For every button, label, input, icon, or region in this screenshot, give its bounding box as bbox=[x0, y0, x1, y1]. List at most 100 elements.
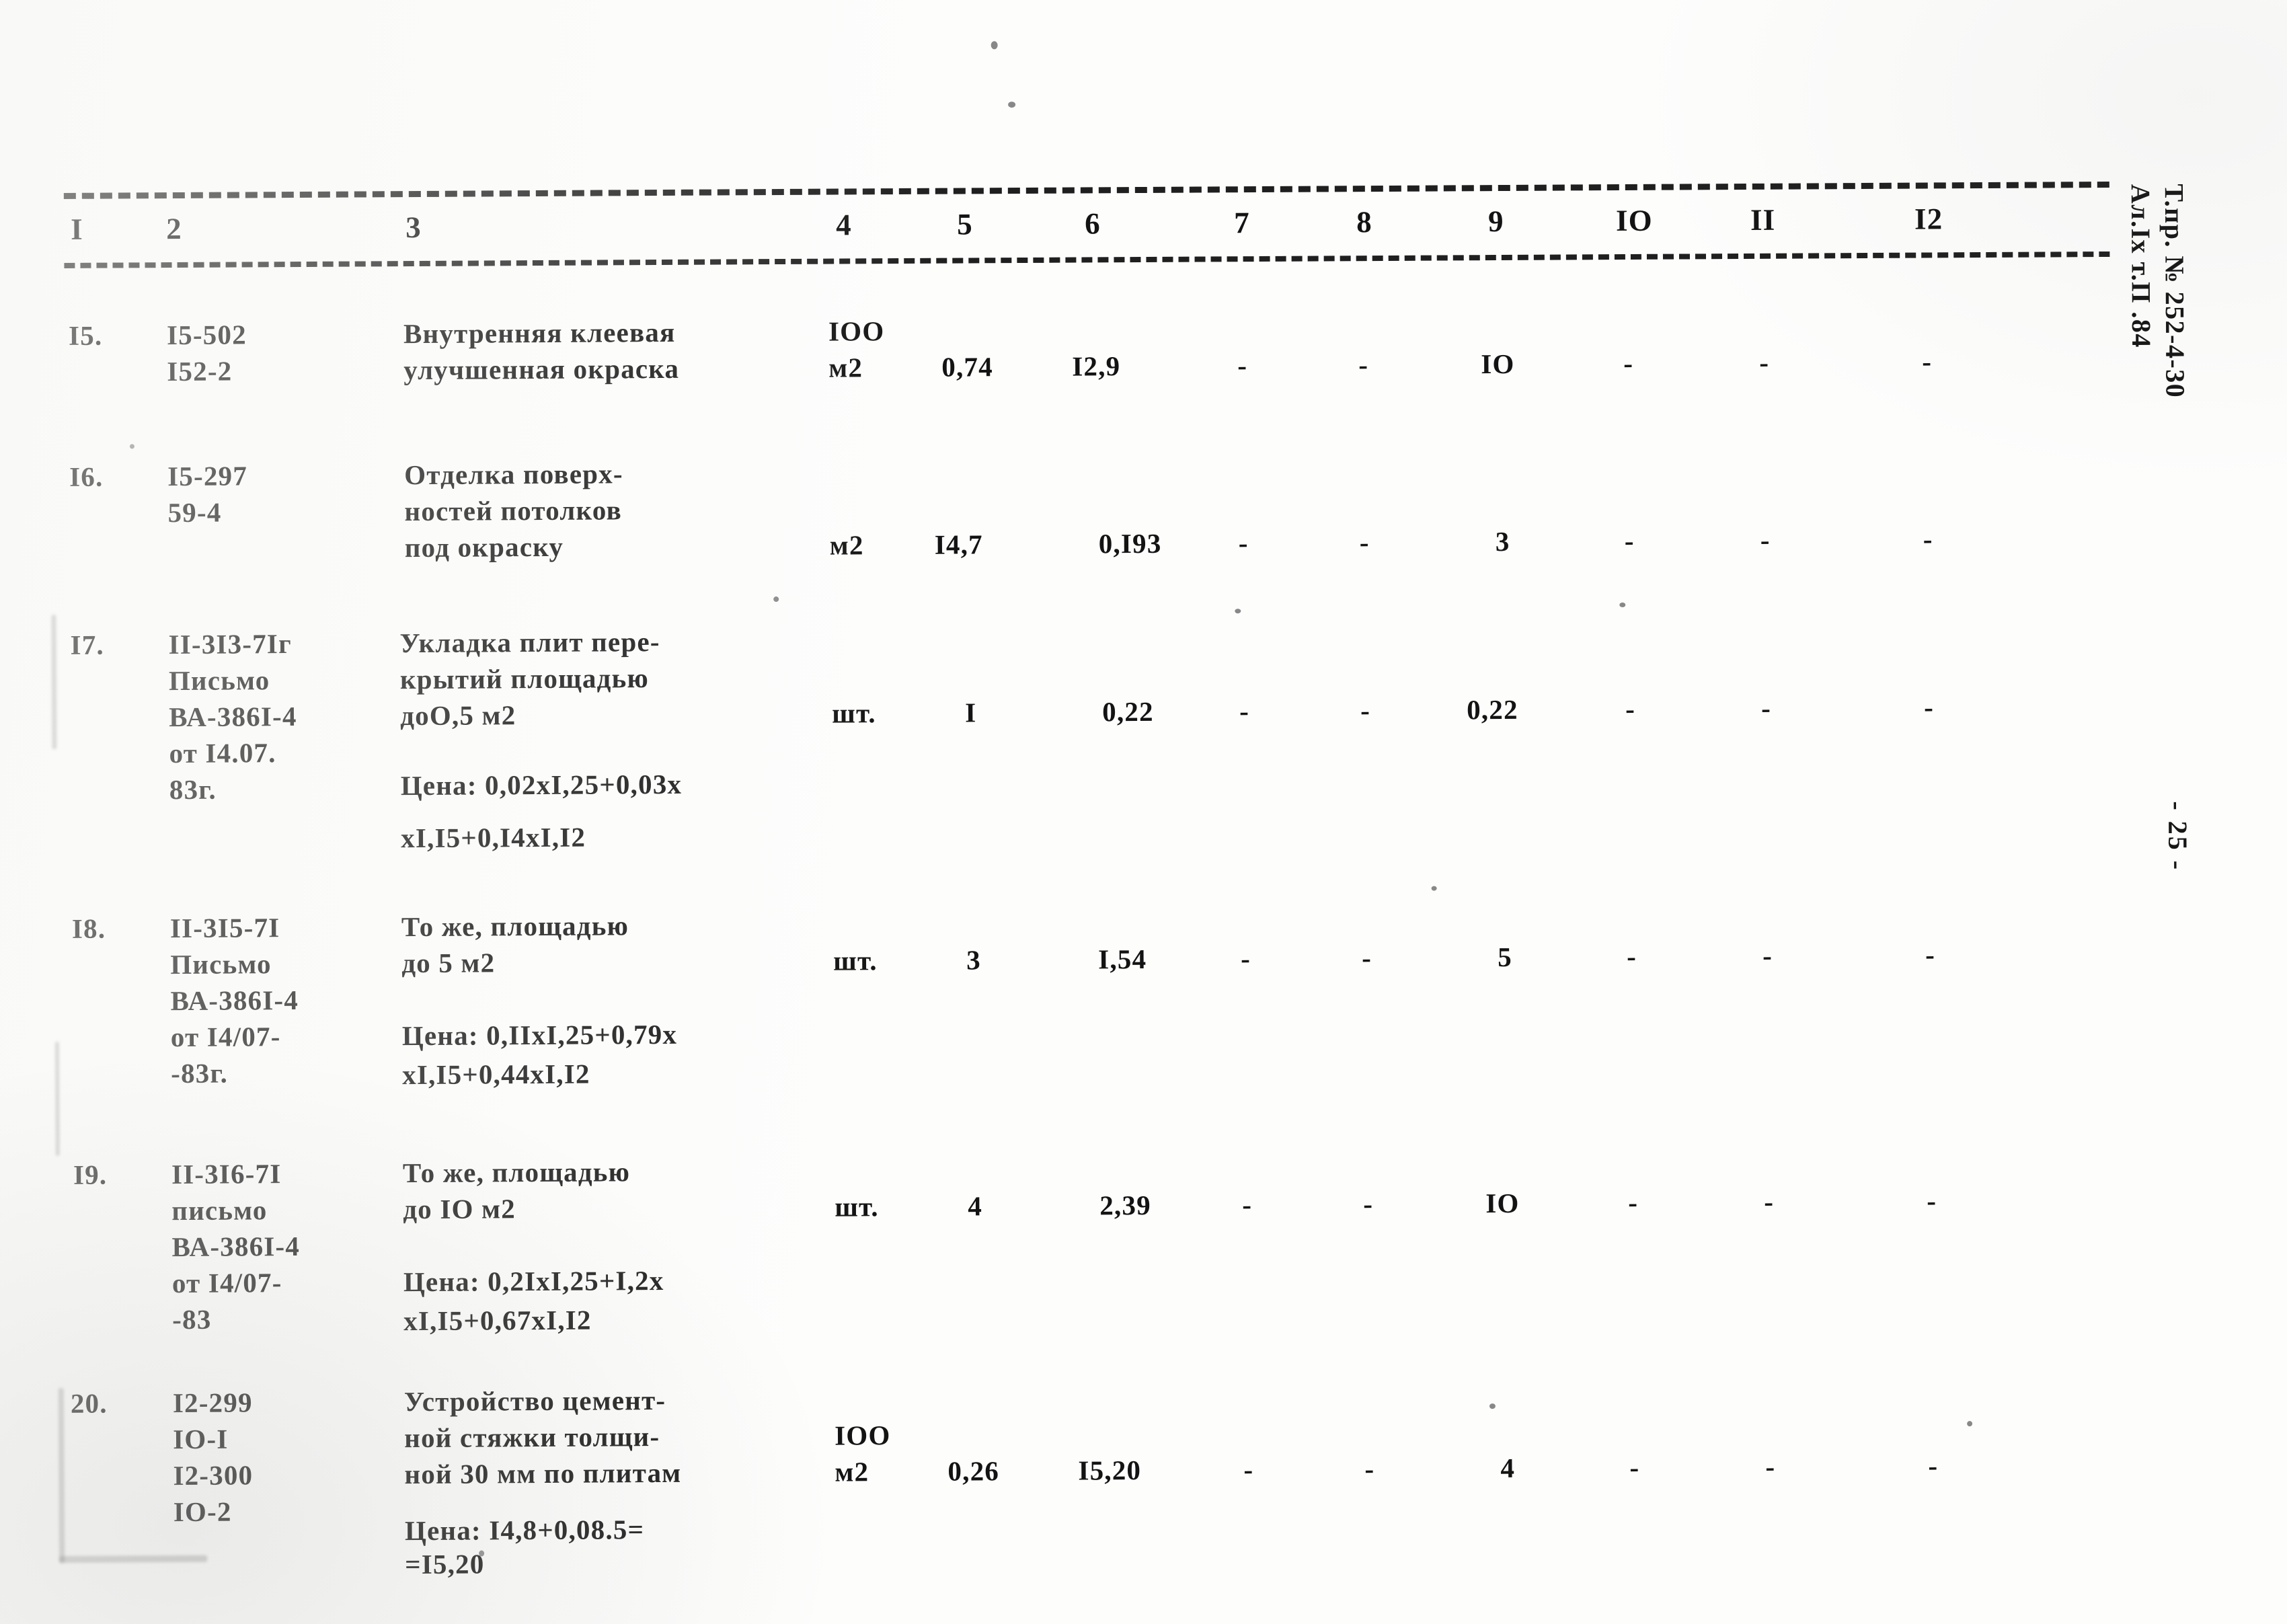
column-header-6: 6 bbox=[1084, 206, 1101, 241]
row-unit-line: IOO bbox=[828, 315, 885, 347]
row-description-line: улучшенная окраска bbox=[403, 352, 680, 386]
binding-smudge-foot bbox=[59, 1555, 208, 1563]
row-value-col8: - bbox=[1362, 942, 1372, 974]
row-value-col10: - bbox=[1628, 1186, 1639, 1218]
row-code-line: ВА-386I-4 bbox=[169, 701, 297, 733]
column-header-10: IO bbox=[1615, 203, 1653, 238]
row-value-col6: I,54 bbox=[1098, 943, 1147, 975]
row-description-line: ностей потолков bbox=[404, 494, 622, 527]
column-header-4: 4 bbox=[835, 208, 852, 242]
column-header-12: I2 bbox=[1914, 202, 1943, 236]
binding-smudge-bottom bbox=[58, 1387, 65, 1563]
row-number: I6. bbox=[69, 461, 104, 492]
row-code-line: IO-2 bbox=[173, 1496, 232, 1528]
row-value-col11: - bbox=[1759, 346, 1770, 378]
row-value-col9: 0,22 bbox=[1467, 693, 1518, 726]
row-price-line: =I5,20 bbox=[405, 1548, 485, 1580]
row-value-col8: - bbox=[1359, 527, 1370, 558]
row-unit-line: шт. bbox=[833, 945, 878, 976]
scan-speck-2 bbox=[773, 596, 779, 603]
column-header-7: 7 bbox=[1233, 206, 1250, 240]
row-value-col7: - bbox=[1238, 527, 1249, 559]
row-value-col12: - bbox=[1923, 523, 1933, 555]
row-value-col6: 0,22 bbox=[1102, 695, 1154, 728]
row-price-line: хI,I5+0,67хI,I2 bbox=[403, 1304, 592, 1337]
row-value-col6: 2,39 bbox=[1099, 1189, 1151, 1221]
row-value-col7: - bbox=[1239, 695, 1250, 727]
row-code-line: I52-2 bbox=[167, 355, 233, 387]
column-header-9: 9 bbox=[1487, 204, 1504, 239]
row-value-col11: - bbox=[1764, 1186, 1775, 1217]
row-description-line: Устройство цемент- bbox=[403, 1384, 666, 1418]
row-value-col12: - bbox=[1922, 346, 1933, 377]
column-header-11: II bbox=[1750, 202, 1776, 237]
row-code-line: I5-502 bbox=[166, 319, 247, 351]
row-value-col7: - bbox=[1242, 1189, 1253, 1221]
row-description-line: до 5 м2 bbox=[401, 947, 496, 979]
row-description-line: крытий площадью bbox=[399, 662, 650, 695]
row-price-line: Цена: 0,02хI,25+0,03х bbox=[400, 768, 683, 802]
row-description-line: доО,5 м2 bbox=[400, 699, 516, 732]
row-code-line: -83г. bbox=[171, 1057, 229, 1089]
row-value-col9: 4 bbox=[1500, 1452, 1516, 1484]
row-code-line: 59-4 bbox=[167, 496, 222, 529]
row-value-col6: I5,20 bbox=[1078, 1455, 1142, 1486]
row-price-line: Цена: 0,IIхI,25+0,79х bbox=[401, 1018, 678, 1052]
column-header-3: 3 bbox=[405, 210, 422, 245]
row-code-line: ВА-386I-4 bbox=[170, 984, 299, 1017]
row-code-line: IO-I bbox=[173, 1423, 229, 1455]
row-description-line: ной 30 мм по плитам bbox=[404, 1457, 682, 1490]
row-unit-line: шт. bbox=[832, 697, 876, 729]
page-number: - 25 - bbox=[2162, 801, 2194, 872]
row-code-line: II-3I3-7Iг bbox=[168, 628, 292, 660]
row-value-col6: 0,I93 bbox=[1098, 527, 1162, 559]
row-value-col9: IO bbox=[1481, 348, 1515, 380]
row-number: 20. bbox=[70, 1387, 108, 1419]
row-value-col8: - bbox=[1358, 349, 1369, 381]
row-value-col11: - bbox=[1765, 1451, 1776, 1482]
row-value-col7: - bbox=[1237, 350, 1248, 381]
row-value-col9: IO bbox=[1485, 1187, 1520, 1219]
row-code-line: Письмо bbox=[168, 664, 270, 697]
row-unit-line: шт. bbox=[835, 1191, 879, 1223]
row-value-col11: - bbox=[1761, 692, 1772, 724]
row-price-line: Цена: 0,2IхI,25+I,2х bbox=[403, 1264, 664, 1298]
row-value-col7: - bbox=[1241, 943, 1251, 974]
column-header-8: 8 bbox=[1356, 205, 1372, 239]
table-top-rule bbox=[63, 181, 2109, 199]
row-value-col9: 3 bbox=[1495, 525, 1510, 557]
row-code-line: письмо bbox=[171, 1194, 268, 1227]
row-value-col10: - bbox=[1624, 525, 1635, 556]
scan-speck-9 bbox=[1967, 1421, 1973, 1427]
row-code-line: ВА-386I-4 bbox=[171, 1231, 301, 1263]
row-value-col10: - bbox=[1629, 1451, 1640, 1483]
row-value-col12: - bbox=[1925, 939, 1936, 970]
scan-speck-4 bbox=[1619, 602, 1626, 608]
row-value-col12: - bbox=[1927, 1185, 1937, 1216]
row-code-line: от I4.07. bbox=[169, 737, 276, 769]
row-unit-line: м2 bbox=[828, 352, 863, 383]
row-value-col7: - bbox=[1243, 1454, 1254, 1485]
row-price-line: Цена: I4,8+0,08.5= bbox=[404, 1514, 645, 1547]
row-number: I5. bbox=[68, 319, 103, 351]
row-code-line: I2-300 bbox=[173, 1459, 254, 1492]
binding-smudge-top bbox=[51, 615, 57, 750]
row-description-line: ной стяжки толщи- bbox=[404, 1421, 660, 1454]
row-unit-line: IOO bbox=[835, 1420, 891, 1451]
row-code-line: от I4/07- bbox=[171, 1267, 282, 1299]
row-value-col12: - bbox=[1928, 1450, 1939, 1481]
row-value-col10: - bbox=[1623, 347, 1634, 379]
scan-speck-1 bbox=[129, 444, 134, 449]
column-header-5: 5 bbox=[956, 207, 973, 241]
row-value-col5: 4 bbox=[968, 1190, 983, 1222]
row-value-col8: - bbox=[1364, 1453, 1375, 1485]
row-value-col10: - bbox=[1627, 940, 1637, 972]
row-value-col11: - bbox=[1762, 939, 1773, 971]
row-value-col8: - bbox=[1360, 695, 1371, 726]
row-value-col6: I2,9 bbox=[1072, 350, 1121, 382]
row-value-col9: 5 bbox=[1498, 941, 1513, 973]
row-description-line: Отделка поверх- bbox=[404, 458, 623, 491]
row-code-line: II-3I5-7I bbox=[169, 912, 280, 944]
column-header-2: 2 bbox=[165, 211, 182, 246]
row-number: I9. bbox=[73, 1159, 108, 1190]
